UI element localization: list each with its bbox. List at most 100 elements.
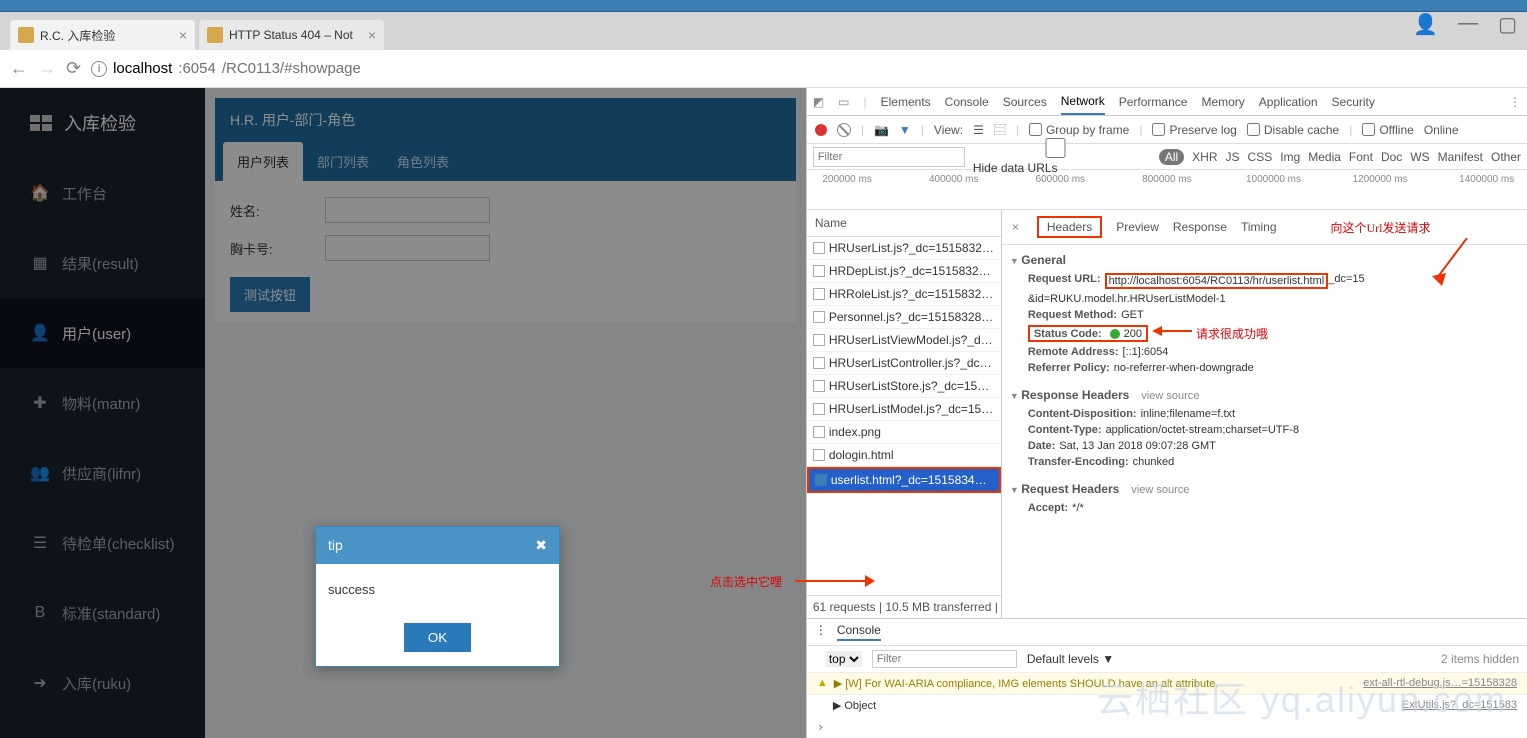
filter-media[interactable]: Media [1308, 150, 1341, 164]
clear-icon[interactable] [837, 123, 851, 137]
request-row[interactable]: HRDepList.js?_dc=1515832889 [807, 260, 1001, 283]
device-icon[interactable]: ▭ [838, 95, 849, 109]
request-row[interactable]: HRUserListViewModel.js?_dc=1 [807, 329, 1001, 352]
dtab-timing[interactable]: Timing [1241, 220, 1277, 234]
console-tab[interactable]: Console [837, 623, 881, 641]
modal-body: success [316, 564, 559, 615]
favicon-icon [18, 27, 34, 43]
request-headers[interactable]: Request Headersview source [1010, 478, 1519, 500]
window-titlebar [0, 0, 1527, 12]
status-dot-icon [1110, 329, 1120, 339]
dtab-response[interactable]: Response [1173, 220, 1227, 234]
back-icon[interactable]: ← [10, 58, 28, 79]
timeline[interactable]: 200000 ms 400000 ms 600000 ms 800000 ms … [807, 170, 1527, 210]
console-filter[interactable] [872, 650, 1017, 668]
browser-tabs: R.C. 入库检验 × HTTP Status 404 – Not × [0, 12, 1527, 50]
tab-network[interactable]: Network [1061, 94, 1105, 115]
source-link[interactable]: ExtUtils.js?_dc=151583 [1402, 699, 1517, 711]
minimize-icon[interactable]: — [1458, 12, 1478, 37]
tab-application[interactable]: Application [1259, 95, 1318, 109]
request-row[interactable]: HRUserList.js?_dc=1515832889 [807, 237, 1001, 260]
tab-elements[interactable]: Elements [881, 95, 931, 109]
filter-doc[interactable]: Doc [1381, 150, 1402, 164]
levels-select[interactable]: Default levels ▼ [1027, 652, 1114, 666]
close-icon[interactable]: ✖ [535, 537, 547, 554]
dtab-preview[interactable]: Preview [1116, 220, 1159, 234]
modal-header[interactable]: tip ✖ [316, 527, 559, 564]
camera-icon[interactable]: 📷 [874, 123, 889, 137]
request-row[interactable]: HRUserListStore.js?_dc=151583 [807, 375, 1001, 398]
tab-rc[interactable]: R.C. 入库检验 × [10, 20, 195, 50]
filter-js[interactable]: JS [1226, 150, 1240, 164]
tab-title: HTTP Status 404 – Not [229, 28, 353, 42]
reload-icon[interactable]: ⟳ [66, 58, 81, 79]
url-host: localhost [113, 60, 172, 77]
close-icon[interactable]: × [368, 27, 376, 43]
close-icon[interactable]: × [1012, 220, 1019, 234]
response-headers[interactable]: Response Headersview source [1010, 384, 1519, 406]
tab-memory[interactable]: Memory [1201, 95, 1244, 109]
anno-ok: 请求很成功哦 [1196, 325, 1268, 342]
network-toolbar: | 📷 ▼ | View: ☰ ⿳ | Group by frame | Pre… [807, 116, 1527, 144]
source-link[interactable]: ext-all-rtl-debug.js…=15158328 [1363, 677, 1517, 690]
group-frame[interactable]: Group by frame [1029, 123, 1129, 137]
tab-performance[interactable]: Performance [1119, 95, 1188, 109]
tab-console[interactable]: Console [945, 95, 989, 109]
info-icon[interactable]: i [91, 61, 107, 77]
request-row[interactable]: dologin.html [807, 444, 1001, 467]
arrow-icon [1432, 238, 1472, 288]
filter-css[interactable]: CSS [1248, 150, 1273, 164]
filter-ws[interactable]: WS [1410, 150, 1429, 164]
request-row-selected[interactable]: userlist.html?_dc=15158344486 [807, 467, 1001, 493]
request-row[interactable]: Personnel.js?_dc=15158328891 [807, 306, 1001, 329]
request-row[interactable]: HRUserListController.js?_dc=15 [807, 352, 1001, 375]
close-icon[interactable]: × [179, 27, 187, 43]
url-field[interactable]: i localhost:6054/RC0113/#showpage [91, 60, 361, 77]
app-area: 入库检验 🏠工作台 ▦结果(result) 👤用户(user) ✚物料(matn… [0, 88, 806, 738]
offline[interactable]: Offline [1362, 123, 1413, 137]
request-detail: × Headers Preview Response Timing 向这个Url… [1002, 210, 1527, 618]
console-prompt[interactable]: › [807, 716, 1527, 738]
view-list-icon[interactable]: ☰ [973, 123, 984, 137]
forward-icon[interactable]: → [38, 58, 56, 79]
disable-cache[interactable]: Disable cache [1247, 123, 1339, 137]
name-header[interactable]: Name [807, 210, 1001, 237]
tab-404[interactable]: HTTP Status 404 – Not × [199, 20, 384, 50]
modal-tip: tip ✖ success OK [315, 526, 560, 667]
request-row[interactable]: index.png [807, 421, 1001, 444]
request-url: http://localhost:6054/RC0113/hr/userlist… [1105, 273, 1329, 289]
record-icon[interactable] [815, 124, 827, 136]
filter-all[interactable]: All [1159, 149, 1184, 165]
dtab-headers[interactable]: Headers [1037, 216, 1102, 238]
filter-font[interactable]: Font [1349, 150, 1373, 164]
preserve-log[interactable]: Preserve log [1152, 123, 1236, 137]
console-object[interactable]: ▶ Object ExtUtils.js?_dc=151583 [807, 695, 1527, 716]
account-icon[interactable]: 👤 [1413, 12, 1438, 37]
hidden-count: 2 items hidden [1441, 652, 1519, 666]
arrow-icon [1152, 325, 1192, 337]
filter-manifest[interactable]: Manifest [1438, 150, 1483, 164]
filter-img[interactable]: Img [1280, 150, 1300, 164]
filter-other[interactable]: Other [1491, 150, 1521, 164]
status-bar: 61 requests | 10.5 MB transferred | … [807, 595, 1001, 618]
more-icon[interactable]: ⋮ [1509, 95, 1521, 109]
drawer-menu-icon[interactable]: ⋮ [815, 623, 827, 641]
devtools-tabs: ◩ ▭ | Elements Console Sources Network P… [807, 88, 1527, 116]
online-select[interactable]: Online [1424, 123, 1459, 137]
view-detail-icon[interactable]: ⿳ [994, 121, 1006, 138]
inspect-icon[interactable]: ◩ [813, 95, 824, 109]
warning-icon: ▲ [817, 677, 828, 690]
filter-input[interactable] [813, 147, 965, 167]
context-select[interactable]: top [825, 651, 862, 667]
request-row[interactable]: HRUserListModel.js?_dc=15158 [807, 398, 1001, 421]
tab-sources[interactable]: Sources [1003, 95, 1047, 109]
arrow-icon [795, 572, 875, 590]
maximize-icon[interactable]: ▢ [1498, 12, 1517, 37]
filter-xhr[interactable]: XHR [1192, 150, 1217, 164]
console-warning[interactable]: ▲ ▶ [W] For WAI-ARIA compliance, IMG ele… [807, 673, 1527, 695]
anno-click: 点击选中它哩 [710, 573, 782, 590]
request-row[interactable]: HRRoleList.js?_dc=1515832889 [807, 283, 1001, 306]
filter-icon[interactable]: ▼ [899, 123, 911, 137]
tab-security[interactable]: Security [1332, 95, 1375, 109]
ok-button[interactable]: OK [404, 623, 471, 652]
